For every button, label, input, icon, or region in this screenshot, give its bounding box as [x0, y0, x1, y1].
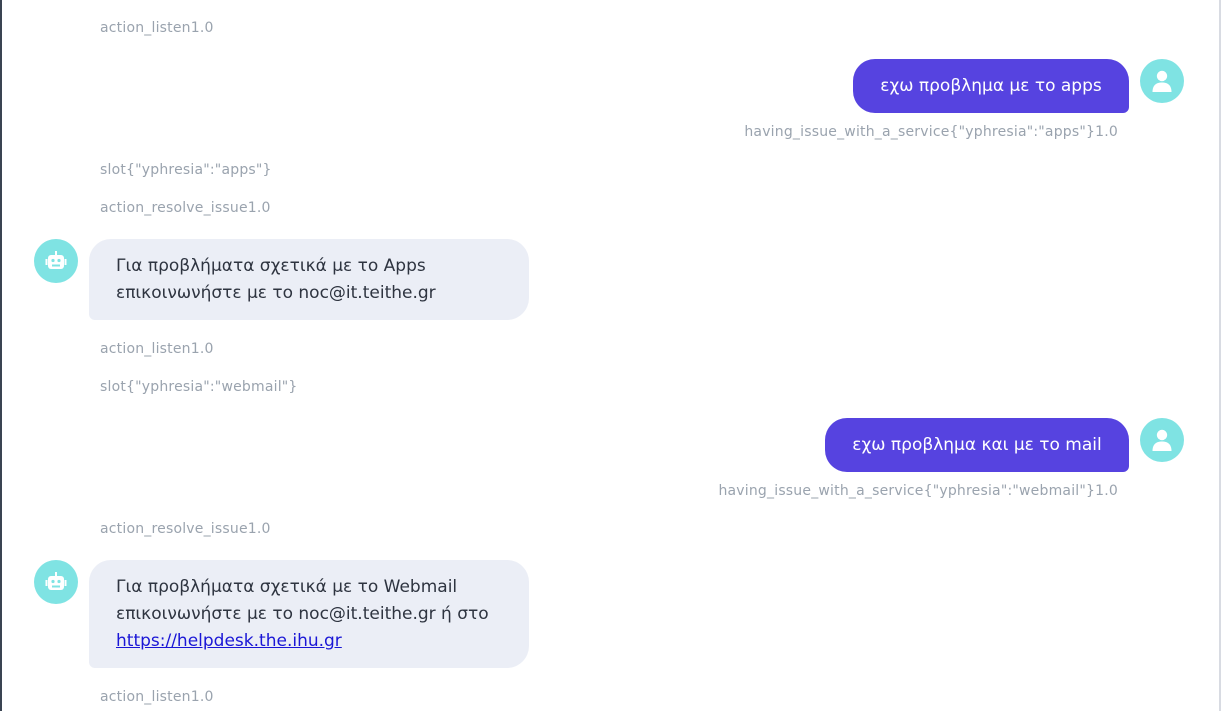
helpdesk-link[interactable]: https://helpdesk.the.ihu.gr [116, 631, 342, 651]
bot-message: Για προβλήματα σχετικά με το Webmail επι… [89, 560, 529, 668]
bot-message-line: Για προβλήματα σχετικά με το Apps [116, 256, 426, 276]
event-label-intent: having_issue_with_a_service{"yphresia":"… [718, 483, 1118, 499]
event-label-slot: slot{"yphresia":"apps"} [100, 162, 272, 178]
bot-message-line: Για προβλήματα σχετικά με το Webmail [116, 577, 458, 597]
person-icon [1152, 429, 1172, 451]
user-message: εχω προβλημα με το apps [853, 59, 1129, 113]
event-label-action-listen: action_listen1.0 [100, 689, 214, 705]
event-label-intent: having_issue_with_a_service{"yphresia":"… [744, 124, 1118, 140]
bot-message: Για προβλήματα σχετικά με το Apps επικοι… [89, 239, 529, 320]
bot-message-line: επικοινωνήστε με το noc@it.teithe.gr ή σ… [116, 604, 489, 624]
person-icon [1152, 70, 1172, 92]
event-label-action-listen: action_listen1.0 [100, 20, 214, 36]
event-label-action-resolve-issue: action_resolve_issue1.0 [100, 521, 271, 537]
bot-avatar [34, 239, 78, 283]
event-label-slot: slot{"yphresia":"webmail"} [100, 379, 298, 395]
event-label-action-listen: action_listen1.0 [100, 341, 214, 357]
window-border-left [0, 0, 2, 711]
robot-icon [45, 572, 67, 590]
user-message: εχω προβλημα και με το mail [825, 418, 1129, 472]
event-label-action-resolve-issue: action_resolve_issue1.0 [100, 200, 271, 216]
user-avatar [1140, 418, 1184, 462]
bot-avatar [34, 560, 78, 604]
robot-icon [45, 251, 67, 269]
bot-message-line: επικοινωνήστε με το noc@it.teithe.gr [116, 283, 436, 303]
user-avatar [1140, 59, 1184, 103]
